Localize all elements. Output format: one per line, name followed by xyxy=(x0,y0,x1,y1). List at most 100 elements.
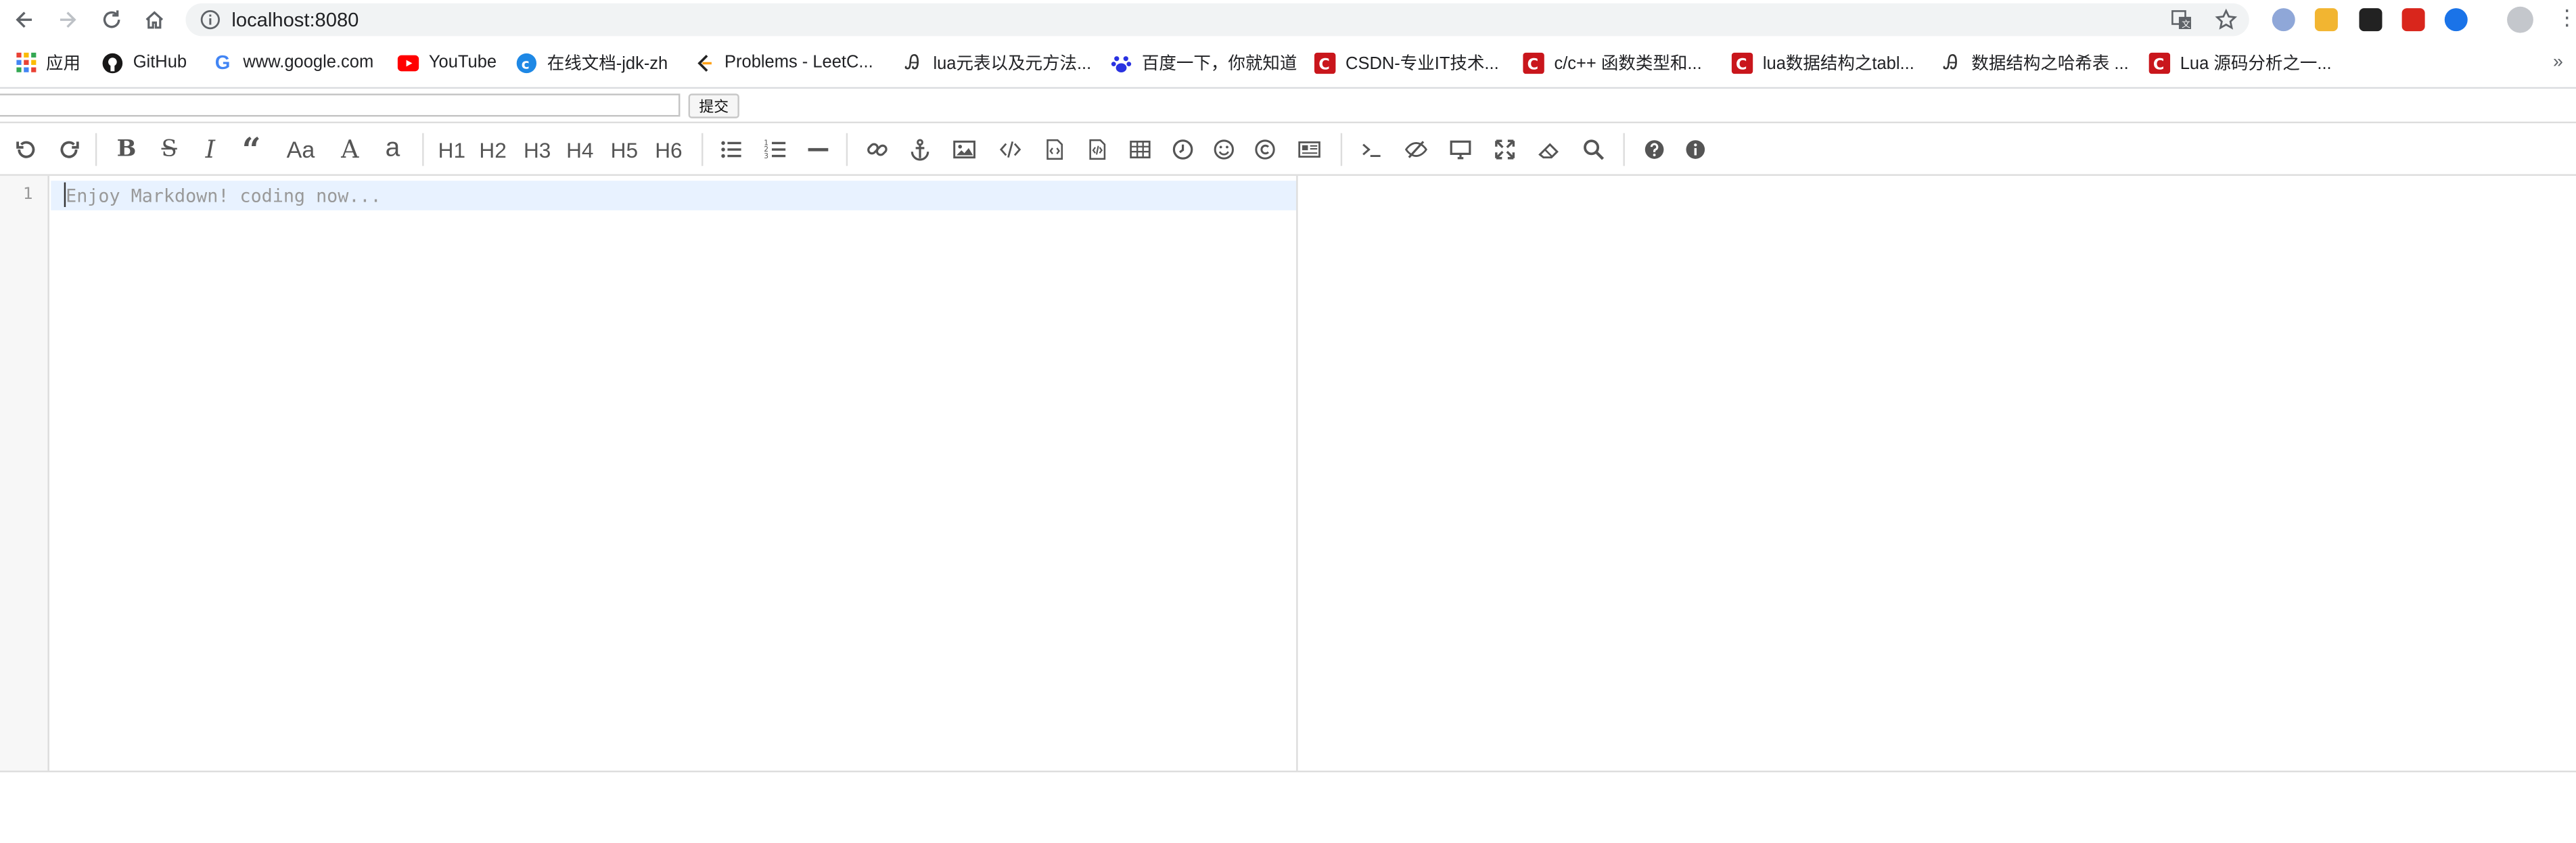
bookmark-label: lua元表以及元方法... xyxy=(933,53,1092,74)
anchor-button[interactable] xyxy=(907,133,934,166)
bookmark-jdk-docs[interactable]: c 在线文档-jdk-zh xyxy=(516,46,668,79)
preview-pane xyxy=(1298,176,2576,771)
pagebreak-button[interactable] xyxy=(1296,133,1322,166)
bookmark-github[interactable]: GitHub xyxy=(102,46,187,79)
link-button[interactable] xyxy=(864,133,890,166)
bookmark-youtube[interactable]: YouTube xyxy=(397,46,497,79)
lowercase-icon: a xyxy=(385,135,400,163)
h4-button[interactable]: H4 xyxy=(564,133,597,166)
h2-button[interactable]: H2 xyxy=(476,133,509,166)
help-button[interactable] xyxy=(1641,133,1668,166)
h5-button[interactable]: H5 xyxy=(608,133,641,166)
inline-code-button[interactable] xyxy=(997,133,1024,166)
unordered-list-button[interactable] xyxy=(718,133,744,166)
bookmark-label: 在线文档-jdk-zh xyxy=(547,53,668,74)
bookmark-lua-table[interactable]: C lua数据结构之tabl... xyxy=(1731,46,1914,79)
extension-5-icon[interactable] xyxy=(2444,8,2468,32)
bookmark-leetcode[interactable]: Problems - LeetC... xyxy=(693,46,873,79)
bookmark-label: c/c++ 函数类型和... xyxy=(1554,53,1702,74)
redo-button[interactable] xyxy=(56,133,83,166)
clear-button[interactable] xyxy=(1536,133,1563,166)
bookmark-csdn[interactable]: C CSDN-专业IT技术... xyxy=(1314,46,1499,79)
bookmark-google[interactable]: G www.google.com xyxy=(212,46,373,79)
bookmark-lua-metatable[interactable]: Ꭿ lua元表以及元方法... xyxy=(902,46,1092,79)
line-number: 1 xyxy=(22,185,33,204)
info-icon[interactable] xyxy=(199,8,222,31)
pdf-extension-icon[interactable] xyxy=(2401,8,2425,32)
translate-icon[interactable]: 文 xyxy=(2170,8,2193,31)
anchor-icon xyxy=(911,139,929,161)
bookmark-star-icon[interactable] xyxy=(2215,8,2238,31)
bookmark-baidu[interactable]: 百度一下，你就知道 xyxy=(1111,46,1297,79)
editor-toolbar: B S I “ Aa A a H1 H2 H3 H4 H5 H6 123 xyxy=(0,121,2576,176)
preformatted-code-button[interactable] xyxy=(1042,133,1068,166)
h6-button[interactable]: H6 xyxy=(652,133,685,166)
datetime-button[interactable] xyxy=(1170,133,1196,166)
clock-icon xyxy=(1172,139,1193,160)
undo-button[interactable] xyxy=(13,133,39,166)
ordered-list-button[interactable]: 123 xyxy=(762,133,789,166)
more-bookmarks-chevron-icon[interactable]: » xyxy=(2553,46,2563,79)
toolbar-divider xyxy=(1340,133,1343,166)
profile-avatar-icon[interactable] xyxy=(2507,6,2533,33)
bookmark-hash-table[interactable]: Ꭿ 数据结构之哈希表 ... xyxy=(1940,46,2128,79)
uppercase-icon: A xyxy=(341,135,359,164)
menu-kebab-icon[interactable]: ⋮ xyxy=(2556,7,2576,31)
content-input[interactable] xyxy=(0,93,681,117)
bookmark-cpp-function-types[interactable]: C c/c++ 函数类型和... xyxy=(1523,46,1702,79)
table-button[interactable] xyxy=(1127,133,1153,166)
forward-button[interactable] xyxy=(53,5,83,35)
extension-2-icon[interactable] xyxy=(2314,8,2338,32)
search-button[interactable] xyxy=(1580,133,1607,166)
code-icon xyxy=(999,141,1021,158)
capitalize-button[interactable]: Aa xyxy=(281,133,320,166)
emoji-button[interactable] xyxy=(1211,133,1237,166)
link-icon xyxy=(867,143,888,156)
copyright-icon xyxy=(1255,139,1275,160)
eraser-icon xyxy=(1538,143,1559,159)
svg-text:C: C xyxy=(1736,55,1747,72)
h1-button[interactable]: H1 xyxy=(436,133,469,166)
smiley-icon xyxy=(1214,139,1234,160)
home-button[interactable] xyxy=(139,5,169,35)
h3-button[interactable]: H3 xyxy=(521,133,554,166)
address-bar[interactable]: localhost:8080 文 xyxy=(185,3,2249,37)
bookmark-apps[interactable]: 应用 xyxy=(15,46,80,79)
back-button[interactable] xyxy=(10,5,40,35)
eye-slash-icon xyxy=(1404,141,1427,158)
italic-button[interactable]: I xyxy=(199,133,222,166)
csdn-icon: C xyxy=(1523,51,1544,74)
goto-line-button[interactable] xyxy=(1358,133,1385,166)
quote-button[interactable]: “ xyxy=(238,129,264,170)
file-code-block-icon xyxy=(1089,139,1106,160)
submit-button[interactable]: 提交 xyxy=(688,93,739,118)
svg-text:C: C xyxy=(1527,55,1539,72)
quote-icon: “ xyxy=(242,129,261,170)
extension-1-icon[interactable] xyxy=(2272,8,2295,32)
toggle-preview-button[interactable] xyxy=(1403,133,1429,166)
bold-button[interactable]: B xyxy=(114,133,140,166)
forward-arrow-icon xyxy=(60,12,76,28)
code-block-button[interactable] xyxy=(1084,133,1111,166)
bookmark-label: CSDN-专业IT技术... xyxy=(1346,53,1499,74)
fullscreen-button[interactable] xyxy=(1492,133,1518,166)
extension-3-icon[interactable] xyxy=(2359,8,2383,32)
italic-icon: I xyxy=(205,135,216,164)
image-button[interactable] xyxy=(951,133,978,166)
code-editor-area[interactable]: Enjoy Markdown! coding now... xyxy=(51,176,1297,771)
strikethrough-button[interactable]: S xyxy=(156,133,183,166)
horizontal-rule-button[interactable] xyxy=(805,133,831,166)
line-number-gutter: 1 xyxy=(0,175,49,771)
lowercase-button[interactable]: a xyxy=(380,133,406,166)
uppercase-button[interactable]: A xyxy=(337,133,363,166)
terminal-icon xyxy=(1362,143,1381,158)
html-preview-button[interactable] xyxy=(1448,133,1474,166)
strikethrough-icon: S xyxy=(161,136,177,163)
info-button[interactable] xyxy=(1682,133,1709,166)
reload-button[interactable] xyxy=(97,5,127,35)
leetcode-icon xyxy=(693,52,715,74)
doc-site-icon: c xyxy=(516,52,538,74)
html-entities-button[interactable] xyxy=(1252,133,1279,166)
svg-text:c: c xyxy=(522,55,530,71)
bookmark-lua-source[interactable]: C Lua 源码分析之一... xyxy=(2148,46,2332,79)
